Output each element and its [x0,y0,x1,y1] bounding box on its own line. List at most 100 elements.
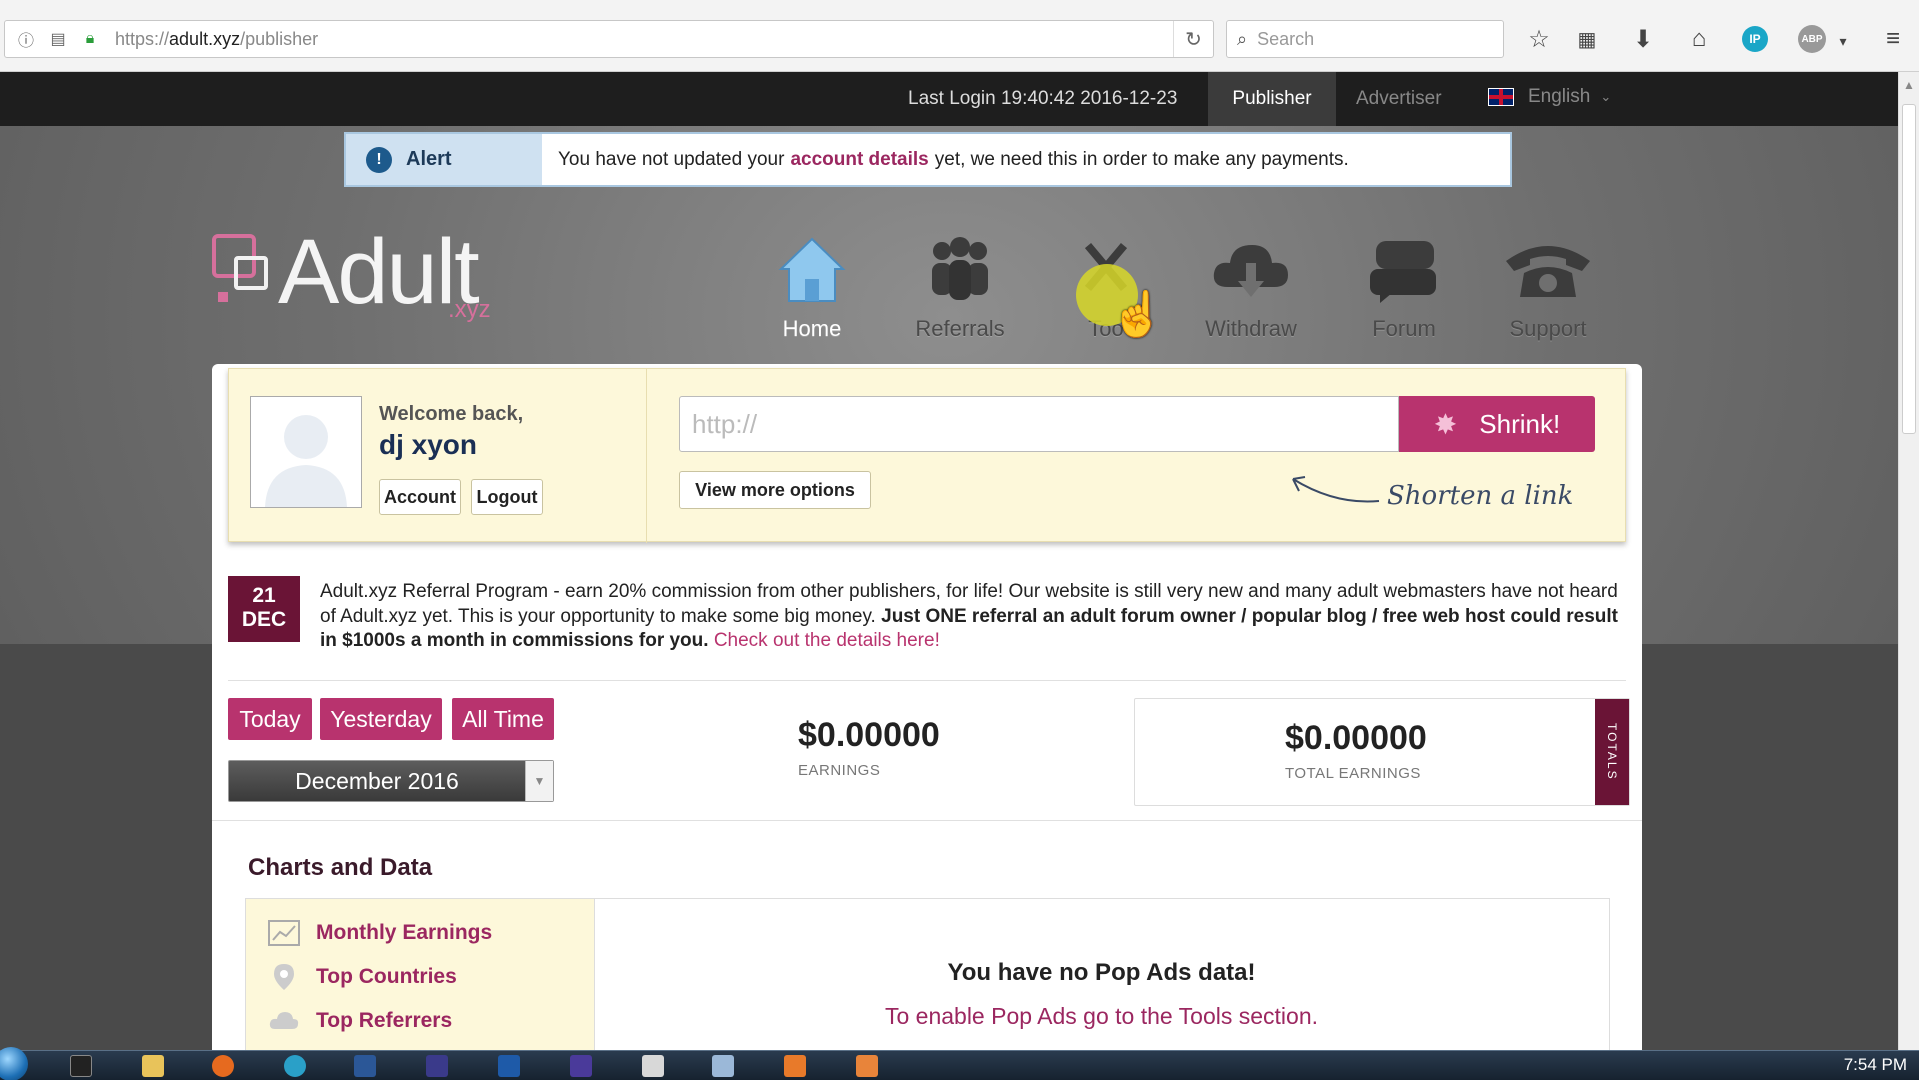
shrink-button[interactable]: ✸ Shrink! [1399,396,1595,452]
address-bar[interactable]: ⓘ ▤ 🔒︎ https://adult.xyz/publisher ↻ [4,20,1214,58]
yesterday-button[interactable]: Yesterday [320,698,442,740]
shrink-arrows-icon: ✸ [1433,408,1458,440]
app-icon[interactable] [784,1055,806,1077]
cloud-download-icon [1191,228,1311,312]
view-more-options-button[interactable]: View more options [679,471,871,509]
menu-top-referrers[interactable]: Top Referrers [268,1007,452,1035]
logout-button[interactable]: Logout [471,479,543,515]
adblock-dropdown-icon[interactable]: ▾ [1826,24,1860,58]
app-icon[interactable] [498,1055,520,1077]
alert-msg-before: You have not updated your [558,148,785,170]
nav-referrals-label: Referrals [915,316,1005,341]
url-text[interactable]: https://adult.xyz/publisher [115,29,1173,50]
today-button[interactable]: Today [228,698,312,740]
download-icon[interactable]: ⬇ [1626,22,1660,56]
earnings-value: $0.00000 [798,716,940,754]
language-selector[interactable]: English ⌄ [1488,86,1611,108]
last-login-text: Last Login 19:40:42 2016-12-23 [908,88,1178,109]
dropdown-arrow-icon[interactable]: ▼ [525,761,553,801]
avatar[interactable] [250,396,362,508]
site-logo[interactable]: Adult .xyz [212,226,491,323]
news-day: 21 [252,584,276,607]
nav-withdraw[interactable]: Withdraw [1191,228,1311,342]
nav-home-label: Home [782,316,842,341]
shorten-hint: Shorten a link [1387,481,1574,511]
nav-referrals[interactable]: Referrals [900,228,1020,342]
adblock-icon[interactable]: ABP [1798,25,1826,53]
reading-list-icon[interactable]: ▦ [1570,22,1604,56]
no-data-message: You have no Pop Ads data! [947,959,1256,986]
site-topbar: Last Login 19:40:42 2016-12-23 Publisher… [0,72,1898,126]
map-pin-icon [268,963,300,991]
language-label: English [1528,86,1591,107]
cmd-icon[interactable] [70,1055,92,1077]
url-path: /publisher [240,28,319,49]
hand-cursor-icon: ☝ [1110,290,1165,339]
scrollbar[interactable]: ▲ [1898,72,1919,1050]
start-button-icon[interactable] [0,1047,28,1080]
taskbar-clock[interactable]: 7:54 PM [1844,1055,1907,1075]
news-month: DEC [241,608,287,631]
alert-banner: ! Alert You have not updated your accoun… [344,132,1512,187]
account-details-link[interactable]: account details [790,149,928,171]
chevron-down-icon: ⌄ [1600,89,1612,104]
app-icon[interactable] [284,1055,306,1077]
earnings-label: EARNINGS [798,762,881,779]
account-button[interactable]: Account [379,479,461,515]
home-icon[interactable]: ⌂ [1682,22,1716,56]
logo-subtext: .xyz [448,296,491,323]
info-icon[interactable]: ⓘ [15,28,37,50]
news-date-badge: 21 DEC [228,576,300,642]
welcome-panel: Welcome back, dj xyon Account Logout htt… [228,368,1626,543]
chat-bubbles-icon [1344,228,1464,312]
alert-label: ! Alert [346,134,542,185]
news-details-link[interactable]: Check out the details here! [714,630,940,651]
menu-monthly-earnings[interactable]: Monthly Earnings [268,919,492,947]
nav-forum[interactable]: Forum [1344,228,1464,342]
nav-support[interactable]: Support [1488,228,1608,342]
browser-search-input[interactable]: ⌕ Search [1226,20,1504,58]
app-icon[interactable] [426,1055,448,1077]
search-icon: ⌕ [1237,28,1248,49]
telephone-icon [1488,228,1608,312]
folder-icon[interactable] [142,1055,164,1077]
reload-icon[interactable]: ↻ [1173,21,1213,57]
app-icon[interactable] [856,1055,878,1077]
menu-top-countries-label: Top Countries [316,965,457,988]
firefox-icon[interactable] [212,1055,234,1077]
menu-top-countries[interactable]: Top Countries [268,963,457,991]
total-earnings-value: $0.00000 [1285,719,1427,757]
panel-divider [646,369,647,543]
alert-label-text: Alert [406,148,452,170]
ip-extension-icon[interactable]: IP [1742,26,1768,52]
tab-publisher[interactable]: Publisher [1208,72,1336,126]
enable-pop-ads-hint[interactable]: To enable Pop Ads go to the Tools sectio… [594,1003,1609,1030]
shorten-url-input[interactable]: http:// [679,396,1399,452]
bookmark-star-icon[interactable]: ☆ [1522,22,1556,56]
hint-arrow-icon [1292,476,1380,503]
word-icon[interactable] [354,1055,376,1077]
tab-advertiser[interactable]: Advertiser [1356,88,1442,110]
totals-box: $0.00000 TOTAL EARNINGS TOTALS [1134,698,1630,806]
app-icon[interactable] [712,1055,734,1077]
welcome-label: Welcome back, [379,403,524,425]
totals-tab[interactable]: TOTALS [1595,699,1629,805]
nav-home[interactable]: Home [752,228,872,342]
shrink-label: Shrink! [1479,408,1561,439]
menu-top-referrers-label: Top Referrers [316,1009,453,1032]
app-icon[interactable] [570,1055,592,1077]
scroll-up-icon[interactable]: ▲ [1903,78,1915,92]
total-earnings-label: TOTAL EARNINGS [1285,765,1421,782]
month-select[interactable]: December 2016 ▼ [228,760,554,802]
scroll-thumb[interactable] [1902,104,1916,434]
nav-forum-label: Forum [1372,316,1436,341]
url-scheme: https:// [115,28,170,49]
month-select-value: December 2016 [295,767,459,794]
app-icon[interactable] [642,1055,664,1077]
lock-icon[interactable]: 🔒︎ [79,28,101,50]
uk-flag-icon [1488,88,1514,106]
menu-icon[interactable]: ≡ [1876,22,1910,56]
alert-message: You have not updated your account detail… [542,134,1349,185]
charts-title: Charts and Data [248,854,433,881]
all-time-button[interactable]: All Time [452,698,554,740]
